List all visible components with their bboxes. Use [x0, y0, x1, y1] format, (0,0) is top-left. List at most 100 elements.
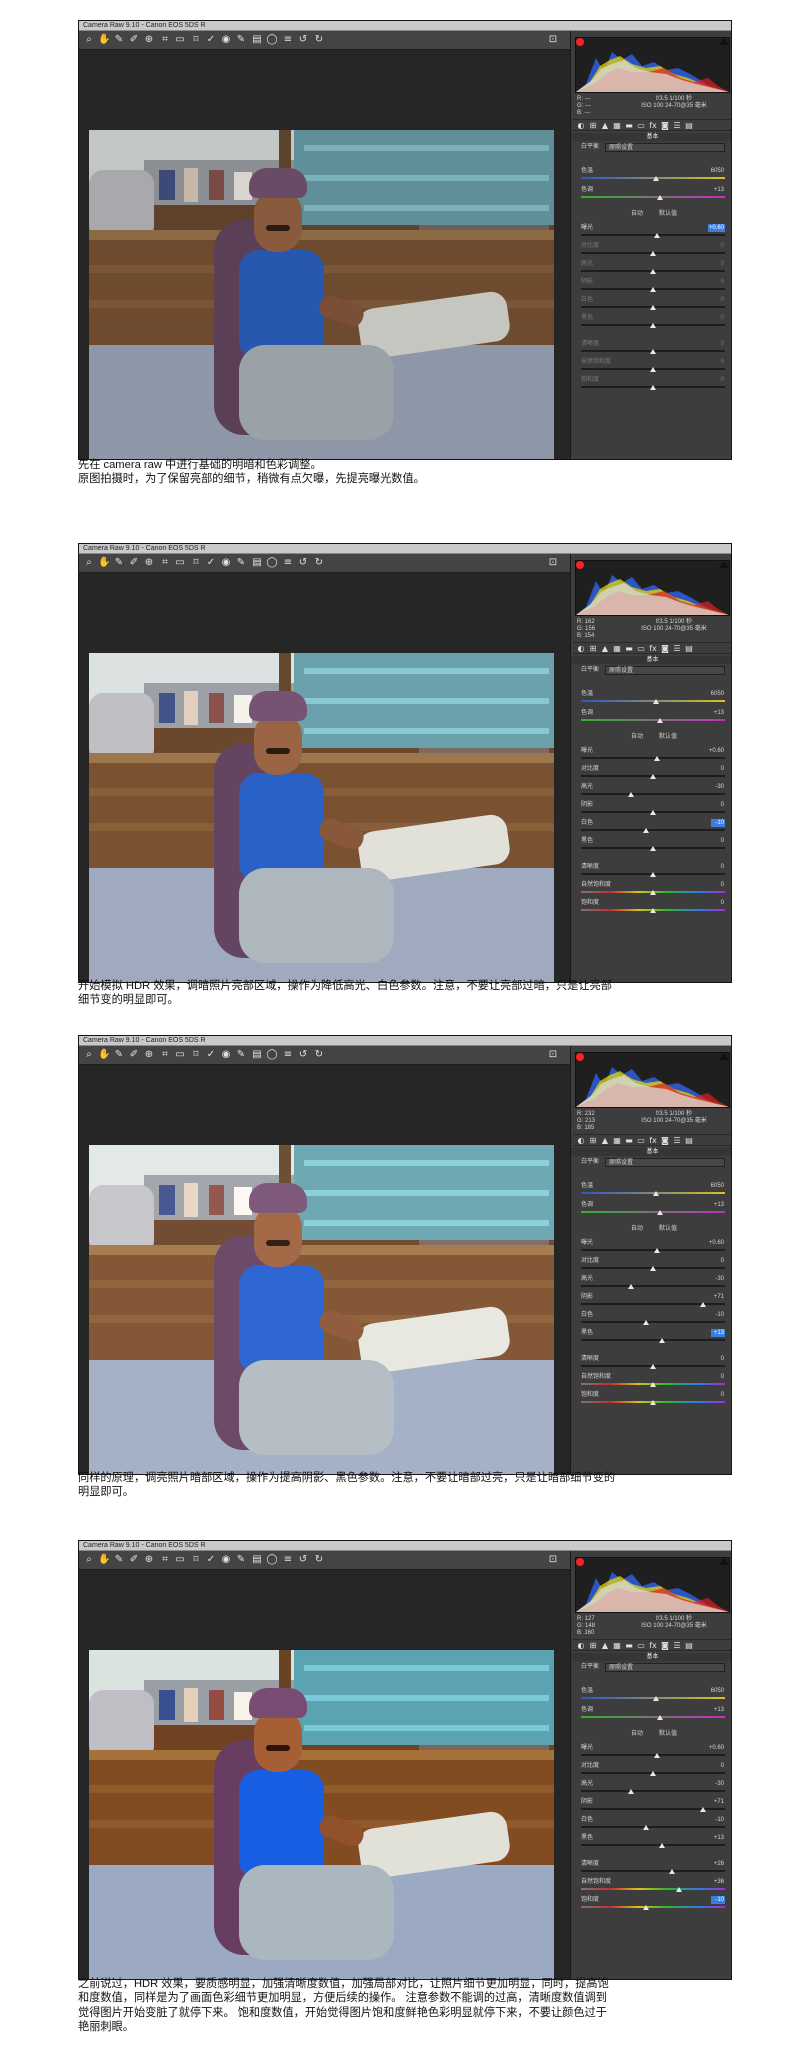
- slider-thumb[interactable]: [652, 1696, 659, 1701]
- slider-thumb[interactable]: [650, 367, 656, 372]
- lens-icon[interactable]: ▭: [636, 1641, 646, 1651]
- slider-value[interactable]: +13: [711, 186, 725, 194]
- effects-icon[interactable]: fx: [648, 121, 658, 131]
- adjustment-brush-icon[interactable]: ✎: [235, 33, 247, 46]
- target-adjust-icon[interactable]: ⊕: [143, 33, 155, 46]
- hsl-icon[interactable]: ▦: [612, 1136, 622, 1146]
- slider-row[interactable]: 对比度 0: [581, 1762, 729, 1778]
- slider-value[interactable]: 0: [711, 278, 725, 286]
- slider-value[interactable]: 0: [711, 242, 725, 250]
- slider-row[interactable]: 高光 0: [581, 260, 729, 276]
- lens-icon[interactable]: ▭: [636, 121, 646, 131]
- rotate-left-icon[interactable]: ↺: [297, 556, 309, 569]
- crop-icon[interactable]: ⌗: [159, 1048, 171, 1061]
- slider-thumb[interactable]: [650, 1266, 656, 1271]
- slider-row[interactable]: 自然饱和度 0: [581, 358, 729, 374]
- spot-removal-icon[interactable]: ✓: [205, 1048, 217, 1061]
- highlight-clipping-warning[interactable]: [719, 1053, 729, 1060]
- slider-thumb[interactable]: [654, 233, 661, 238]
- slider-row[interactable]: 黑色 +13: [581, 1834, 729, 1850]
- slider-row[interactable]: 清晰度 0: [581, 1355, 729, 1371]
- slider-thumb[interactable]: [654, 756, 661, 761]
- slider-value[interactable]: 0: [711, 881, 725, 889]
- slider-value[interactable]: 0: [711, 837, 725, 845]
- hand-icon[interactable]: ✋: [98, 33, 110, 46]
- detail-icon[interactable]: ▲: [600, 644, 610, 654]
- slider-thumb[interactable]: [628, 1284, 635, 1289]
- presets-icon[interactable]: ☰: [672, 644, 682, 654]
- slider-row[interactable]: 阴影 0: [581, 278, 729, 294]
- slider-thumb[interactable]: [700, 1302, 707, 1307]
- slider-track[interactable]: [581, 1844, 725, 1846]
- slider-row[interactable]: 色温 6050: [581, 1182, 729, 1198]
- slider-row[interactable]: 白色 -10: [581, 1816, 729, 1832]
- slider-value[interactable]: 0: [711, 314, 725, 322]
- slider-row[interactable]: 清晰度 0: [581, 863, 729, 879]
- slider-track[interactable]: [581, 1790, 725, 1792]
- slider-thumb[interactable]: [650, 305, 656, 310]
- slider-row[interactable]: 黑色 0: [581, 314, 729, 330]
- slider-thumb[interactable]: [642, 828, 649, 833]
- slider-track[interactable]: [581, 1249, 725, 1251]
- slider-row[interactable]: 曝光 +0.60: [581, 1744, 729, 1760]
- slider-value[interactable]: -10: [711, 1311, 725, 1319]
- color-sampler-icon[interactable]: ✐: [128, 1048, 140, 1061]
- fullscreen-icon[interactable]: ⊡: [547, 33, 559, 46]
- hsl-icon[interactable]: ▦: [612, 1641, 622, 1651]
- slider-thumb[interactable]: [650, 890, 656, 895]
- slider-value[interactable]: 0: [711, 801, 725, 809]
- slider-row[interactable]: 清晰度 0: [581, 340, 729, 356]
- preferences-icon[interactable]: ≡: [282, 556, 294, 569]
- shadow-clipping-warning[interactable]: [576, 38, 584, 46]
- zoom-icon[interactable]: ⌕: [83, 1553, 95, 1566]
- highlight-clipping-warning[interactable]: [719, 1558, 729, 1565]
- lens-icon[interactable]: ▭: [636, 644, 646, 654]
- slider-row[interactable]: 色温 6050: [581, 1687, 729, 1703]
- rotate-right-icon[interactable]: ↻: [313, 1048, 325, 1061]
- basic-icon[interactable]: ◐: [576, 1136, 586, 1146]
- slider-track[interactable]: [581, 793, 725, 795]
- slider-thumb[interactable]: [642, 1825, 649, 1830]
- slider-track[interactable]: [581, 234, 725, 236]
- zoom-icon[interactable]: ⌕: [83, 556, 95, 569]
- slider-thumb[interactable]: [650, 269, 656, 274]
- slider-row[interactable]: 白色 -10: [581, 1311, 729, 1327]
- basic-icon[interactable]: ◐: [576, 644, 586, 654]
- shadow-clipping-warning[interactable]: [576, 1558, 584, 1566]
- slider-row[interactable]: 对比度 0: [581, 242, 729, 258]
- slider-thumb[interactable]: [650, 385, 656, 390]
- slider-row[interactable]: 色调 +13: [581, 186, 729, 202]
- graduated-filter-icon[interactable]: ▤: [251, 1553, 263, 1566]
- spot-removal-icon[interactable]: ✓: [205, 1553, 217, 1566]
- slider-thumb[interactable]: [650, 872, 656, 877]
- white-balance-select[interactable]: 原照设置: [605, 1663, 725, 1672]
- basic-icon[interactable]: ◐: [576, 121, 586, 131]
- split-toning-icon[interactable]: ▬: [624, 1641, 634, 1651]
- spot-removal-icon[interactable]: ✓: [205, 556, 217, 569]
- calibration-icon[interactable]: ◙: [660, 121, 670, 131]
- slider-thumb[interactable]: [658, 1338, 665, 1343]
- slider-value[interactable]: 6050: [710, 690, 725, 698]
- white-balance-icon[interactable]: ✎: [113, 556, 125, 569]
- snapshots-icon[interactable]: ▤: [684, 1641, 694, 1651]
- split-toning-icon[interactable]: ▬: [624, 1136, 634, 1146]
- graduated-filter-icon[interactable]: ▤: [251, 33, 263, 46]
- highlight-clipping-warning[interactable]: [719, 38, 729, 45]
- red-eye-icon[interactable]: ◉: [220, 556, 232, 569]
- slider-value[interactable]: 0: [711, 1257, 725, 1265]
- slider-row[interactable]: 自然饱和度 +36: [581, 1878, 729, 1894]
- crop-icon[interactable]: ⌗: [159, 556, 171, 569]
- slider-row[interactable]: 高光 -30: [581, 1275, 729, 1291]
- slider-row[interactable]: 色温 6050: [581, 167, 729, 183]
- slider-value[interactable]: -30: [711, 783, 725, 791]
- detail-icon[interactable]: ▲: [600, 1641, 610, 1651]
- slider-thumb[interactable]: [658, 1843, 665, 1848]
- straighten-icon[interactable]: ▭: [174, 33, 186, 46]
- slider-row[interactable]: 高光 -30: [581, 783, 729, 799]
- slider-track[interactable]: [581, 757, 725, 759]
- radial-filter-icon[interactable]: ◯: [266, 1048, 278, 1061]
- slider-thumb[interactable]: [657, 718, 664, 723]
- slider-thumb[interactable]: [650, 1400, 656, 1405]
- slider-thumb[interactable]: [657, 1210, 664, 1215]
- slider-value[interactable]: +13: [711, 1706, 725, 1714]
